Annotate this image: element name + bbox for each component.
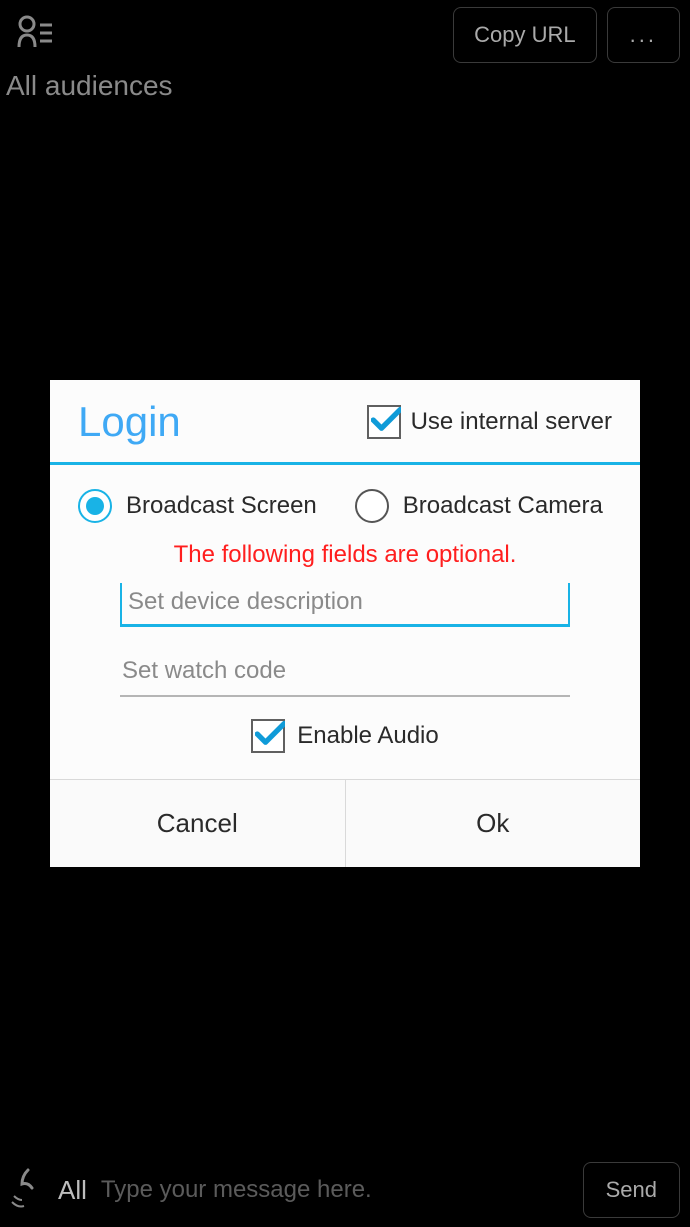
- check-icon: [255, 720, 285, 748]
- enable-audio-row[interactable]: Enable Audio: [50, 697, 640, 779]
- bottom-bar: All Send: [0, 1157, 690, 1227]
- device-description-input[interactable]: [120, 583, 570, 627]
- use-internal-server-label: Use internal server: [411, 408, 612, 436]
- device-description-field-block: [50, 579, 640, 627]
- audience-header: All audiences: [6, 70, 173, 102]
- login-dialog: Login Use internal server Broadcast Scre…: [50, 380, 640, 867]
- broadcast-camera-label: Broadcast Camera: [403, 492, 603, 520]
- broadcast-screen-label: Broadcast Screen: [126, 492, 317, 520]
- top-bar-left: [10, 13, 54, 58]
- broadcast-screen-radio[interactable]: [78, 489, 112, 523]
- watch-code-input[interactable]: [120, 651, 570, 697]
- broadcast-mode-row: Broadcast Screen Broadcast Camera: [50, 465, 640, 531]
- broadcast-camera-radio[interactable]: [355, 489, 389, 523]
- use-internal-server-checkbox-row[interactable]: Use internal server: [367, 405, 612, 439]
- message-input[interactable]: [101, 1176, 569, 1204]
- top-bar: Copy URL ...: [0, 0, 690, 70]
- cancel-button[interactable]: Cancel: [50, 780, 345, 867]
- more-button[interactable]: ...: [607, 7, 680, 63]
- dialog-title: Login: [78, 398, 181, 446]
- top-bar-right: Copy URL ...: [453, 7, 680, 63]
- dialog-header: Login Use internal server: [50, 380, 640, 456]
- voice-icon[interactable]: [8, 1166, 44, 1215]
- enable-audio-label: Enable Audio: [297, 722, 438, 750]
- enable-audio-checkbox[interactable]: [251, 719, 285, 753]
- ok-button[interactable]: Ok: [345, 780, 641, 867]
- audience-scope-label[interactable]: All: [58, 1175, 87, 1206]
- optional-fields-note: The following fields are optional.: [50, 531, 640, 579]
- send-button[interactable]: Send: [583, 1162, 680, 1218]
- check-icon: [371, 406, 401, 434]
- use-internal-server-checkbox[interactable]: [367, 405, 401, 439]
- copy-url-button[interactable]: Copy URL: [453, 7, 596, 63]
- dialog-button-row: Cancel Ok: [50, 779, 640, 867]
- watch-code-field-block: [50, 647, 640, 697]
- audiences-icon[interactable]: [16, 13, 54, 58]
